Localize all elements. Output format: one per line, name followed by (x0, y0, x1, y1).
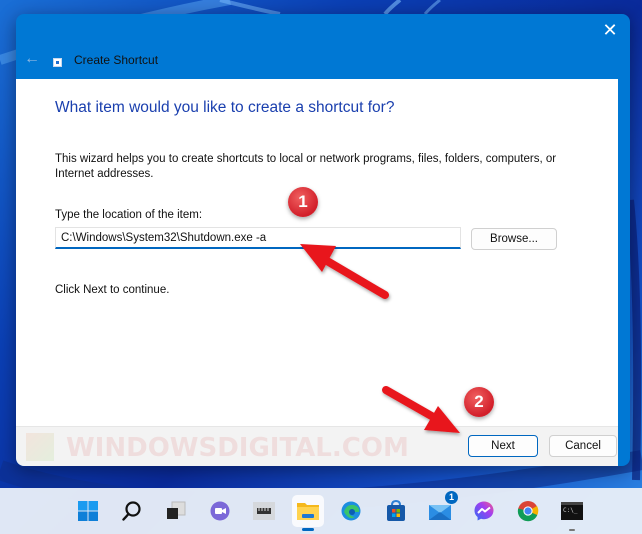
widgets-icon (253, 502, 275, 520)
shortcut-icon (53, 58, 62, 67)
taskbar-terminal[interactable]: C:\_ (556, 495, 588, 531)
browse-button[interactable]: Browse... (471, 228, 557, 250)
taskbar-store[interactable] (380, 495, 412, 527)
taskbar-chrome[interactable] (512, 495, 544, 527)
location-label: Type the location of the item: (55, 209, 203, 221)
wizard-description: This wizard helps you to create shortcut… (55, 153, 557, 180)
taskbar-messenger[interactable] (468, 495, 500, 527)
windows-logo-icon (78, 501, 98, 521)
watermark-text: WindowsDigital.com (66, 433, 409, 463)
store-icon (387, 500, 405, 521)
watermark-logo-icon (26, 433, 54, 461)
step-2-callout: 2 (464, 387, 494, 417)
location-input[interactable] (55, 227, 461, 249)
mail-unread-badge: 1 (445, 491, 458, 504)
search-icon (122, 501, 141, 521)
taskbar-widgets[interactable] (248, 495, 280, 527)
next-button[interactable]: Next (468, 435, 538, 457)
messenger-icon (474, 501, 494, 521)
step-1-callout: 1 (288, 187, 318, 217)
taskbar-edge[interactable] (335, 495, 367, 527)
folder-icon (297, 503, 319, 520)
terminal-icon: C:\_ (561, 502, 583, 520)
continue-hint: Click Next to continue. (55, 284, 170, 296)
dialog-footer: WindowsDigital.com Next Cancel (16, 426, 618, 466)
taskbar: 1 C:\_ (0, 488, 642, 534)
title-bar: ← Create Shortcut (16, 44, 630, 78)
close-button[interactable]: ✕ (596, 18, 624, 42)
teams-chat-icon (210, 501, 230, 521)
wizard-content: What item would you like to create a sho… (16, 79, 618, 426)
back-arrow-icon[interactable]: ← (24, 50, 40, 68)
wizard-heading: What item would you like to create a sho… (55, 99, 395, 116)
taskbar-start[interactable] (72, 495, 104, 527)
chrome-icon (517, 501, 539, 522)
cancel-button[interactable]: Cancel (549, 435, 617, 457)
svg-text:C:\_: C:\_ (563, 507, 578, 514)
create-shortcut-dialog: ✕ ← Create Shortcut What item would you … (16, 14, 630, 466)
dialog-title: Create Shortcut (74, 53, 159, 67)
taskbar-file-explorer[interactable] (292, 495, 324, 531)
taskbar-task-view[interactable] (160, 495, 192, 527)
taskbar-chat[interactable] (204, 495, 236, 527)
taskbar-search[interactable] (116, 495, 148, 527)
taskbar-mail[interactable]: 1 (424, 491, 458, 527)
edge-icon (341, 501, 361, 521)
task-view-icon (167, 501, 186, 519)
watermark: WindowsDigital.com (26, 433, 409, 463)
